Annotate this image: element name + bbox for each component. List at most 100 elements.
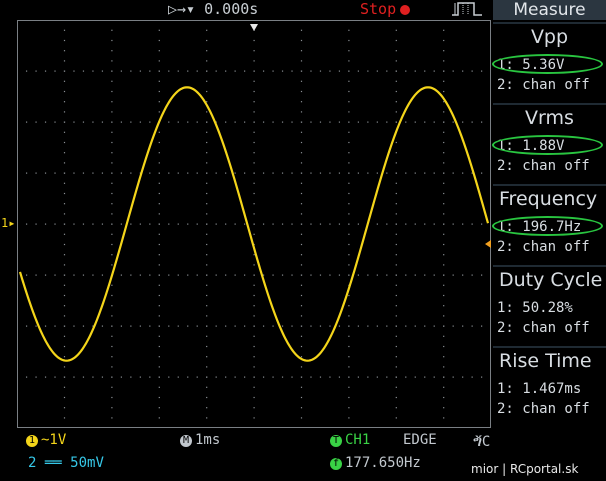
grid-dot bbox=[443, 39, 445, 42]
grid-dot bbox=[120, 223, 122, 225]
grid-dot bbox=[111, 396, 113, 399]
grid-dot bbox=[244, 172, 246, 174]
grid-dot bbox=[253, 162, 255, 164]
grid-dot bbox=[234, 121, 236, 123]
grid-dot bbox=[443, 284, 445, 286]
grid-dot bbox=[348, 233, 350, 235]
grid-dot bbox=[291, 325, 293, 327]
grid-dot bbox=[376, 70, 378, 72]
grid-dot bbox=[253, 274, 255, 276]
grid-dot bbox=[139, 274, 141, 276]
grid-dot bbox=[215, 376, 217, 378]
grid-dot bbox=[443, 162, 445, 164]
grid-dot bbox=[443, 90, 445, 93]
grid-dot bbox=[158, 111, 160, 113]
measurement-rise-time[interactable]: Rise Time 1: 1.467ms 2: chan off bbox=[493, 346, 606, 426]
grid-dot bbox=[158, 101, 160, 103]
trigger-type[interactable]: EDGE bbox=[403, 432, 437, 448]
grid-dot bbox=[310, 325, 312, 327]
grid-dot bbox=[443, 325, 445, 327]
grid-dot bbox=[187, 274, 189, 276]
grid-dot bbox=[348, 111, 350, 113]
grid-dot bbox=[82, 172, 85, 174]
grid-dot bbox=[300, 376, 303, 378]
grid-dot bbox=[82, 274, 85, 276]
trigger-source[interactable]: T CH1 bbox=[330, 432, 370, 448]
grid-dot bbox=[158, 60, 160, 62]
grid-dot bbox=[395, 274, 397, 276]
ch2-scale[interactable]: 2 ══ 50mV bbox=[28, 455, 104, 471]
grid-dot bbox=[63, 80, 66, 82]
grid-dot bbox=[348, 407, 350, 409]
grid-dot bbox=[348, 325, 350, 327]
grid-dot bbox=[111, 243, 113, 246]
grid-dot bbox=[253, 335, 255, 337]
grid-dot bbox=[158, 162, 160, 164]
grid-dot bbox=[225, 121, 227, 123]
grid-dot bbox=[177, 274, 179, 276]
grid-dot bbox=[424, 376, 426, 378]
grid-dot bbox=[253, 305, 255, 307]
grid-dot bbox=[414, 223, 416, 225]
grid-dot bbox=[414, 376, 416, 378]
grid-dot bbox=[234, 172, 236, 174]
grid-dot bbox=[443, 356, 445, 358]
measurement-frequency[interactable]: Frequency 1: 196.7Hz 2: chan off bbox=[492, 184, 606, 264]
grid-dot bbox=[443, 243, 445, 246]
grid-dot bbox=[168, 70, 170, 72]
grid-dot bbox=[376, 172, 378, 174]
grid-dot bbox=[367, 274, 369, 276]
grid-dot bbox=[443, 111, 445, 113]
grid-dot bbox=[111, 29, 113, 31]
grid-dot bbox=[111, 305, 113, 307]
grid-dot bbox=[253, 192, 255, 195]
grid-dot bbox=[63, 417, 66, 419]
grid-dot bbox=[130, 325, 132, 327]
grid-dot bbox=[44, 376, 47, 378]
grid-dot bbox=[462, 223, 464, 225]
measure-panel-title[interactable]: Measure bbox=[493, 0, 606, 20]
grid-dot bbox=[196, 172, 198, 174]
grid-dot bbox=[177, 325, 179, 327]
grid-dot bbox=[187, 376, 189, 378]
horizontal-scale[interactable]: M 1ms bbox=[180, 432, 220, 448]
grid-dot bbox=[25, 325, 28, 327]
grid-dot bbox=[225, 172, 227, 174]
grid-dot bbox=[262, 325, 265, 327]
trigger-coupling[interactable]: ⷝC bbox=[473, 432, 490, 451]
grid-dot bbox=[348, 172, 350, 174]
grid-dot bbox=[101, 121, 104, 123]
grid-dot bbox=[405, 274, 407, 276]
ch1-scale[interactable]: 1 ~1V bbox=[26, 432, 66, 448]
grid-dot bbox=[225, 223, 227, 225]
grid-dot bbox=[25, 223, 28, 225]
grid-dot bbox=[300, 213, 303, 215]
grid-dot bbox=[443, 213, 445, 215]
grid-dot bbox=[348, 274, 350, 276]
acquisition-status[interactable]: Stop bbox=[360, 0, 411, 18]
grid-dot bbox=[158, 264, 160, 266]
grid-dot bbox=[386, 121, 388, 123]
grid-dot bbox=[44, 70, 47, 72]
highlight-ellipse bbox=[492, 54, 603, 74]
grid-dot bbox=[177, 172, 179, 174]
grid-dot bbox=[120, 70, 122, 72]
grid-dot bbox=[82, 376, 85, 378]
grid-dot bbox=[111, 335, 113, 337]
measurement-duty-cycle[interactable]: Duty Cycle 1: 50.28% 2: chan off bbox=[493, 265, 606, 345]
grid-dot bbox=[452, 274, 454, 276]
grid-dot bbox=[158, 305, 160, 307]
grid-dot bbox=[158, 172, 160, 174]
grid-dot bbox=[300, 141, 303, 144]
grid-dot bbox=[443, 121, 445, 123]
grid-dot bbox=[130, 274, 132, 276]
grid-dot bbox=[73, 172, 75, 174]
grid-dot bbox=[300, 60, 303, 62]
grid-dot bbox=[319, 376, 322, 378]
measurement-vpp[interactable]: Vpp 1: 5.36V 2: chan off bbox=[492, 22, 606, 102]
measurement-vrms[interactable]: Vrms 1: 1.88V 2: chan off bbox=[492, 103, 606, 183]
grid-dot bbox=[196, 121, 198, 123]
grid-dot bbox=[206, 152, 208, 154]
waveform-display[interactable] bbox=[17, 20, 491, 428]
grid-dot bbox=[158, 141, 160, 144]
